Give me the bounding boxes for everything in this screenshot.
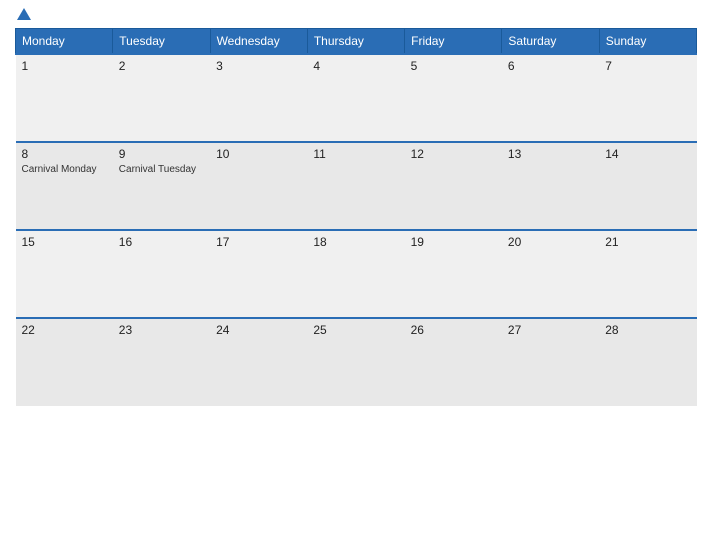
calendar-cell-9: 9 Carnival Tuesday bbox=[113, 142, 210, 230]
day-number: 3 bbox=[216, 59, 301, 73]
calendar-cell-10: 10 bbox=[210, 142, 307, 230]
day-number: 12 bbox=[411, 147, 496, 161]
day-number: 19 bbox=[411, 235, 496, 249]
weekday-header-row: MondayTuesdayWednesdayThursdayFridaySatu… bbox=[16, 29, 697, 55]
day-number: 9 bbox=[119, 147, 204, 161]
calendar-cell-5: 5 bbox=[405, 54, 502, 142]
weekday-header-monday: Monday bbox=[16, 29, 113, 55]
day-number: 26 bbox=[411, 323, 496, 337]
calendar-header-row: MondayTuesdayWednesdayThursdayFridaySatu… bbox=[16, 29, 697, 55]
calendar-cell-2: 2 bbox=[113, 54, 210, 142]
calendar-cell-27: 27 bbox=[502, 318, 599, 406]
day-number: 10 bbox=[216, 147, 301, 161]
day-number: 15 bbox=[22, 235, 107, 249]
calendar-cell-23: 23 bbox=[113, 318, 210, 406]
day-number: 14 bbox=[605, 147, 690, 161]
day-number: 1 bbox=[22, 59, 107, 73]
calendar-cell-3: 3 bbox=[210, 54, 307, 142]
weekday-header-tuesday: Tuesday bbox=[113, 29, 210, 55]
day-number: 27 bbox=[508, 323, 593, 337]
calendar-cell-20: 20 bbox=[502, 230, 599, 318]
calendar-cell-11: 11 bbox=[307, 142, 404, 230]
day-number: 7 bbox=[605, 59, 690, 73]
calendar-cell-7: 7 bbox=[599, 54, 696, 142]
calendar-event: Carnival Monday bbox=[22, 163, 107, 176]
calendar-cell-8: 8 Carnival Monday bbox=[16, 142, 113, 230]
day-number: 21 bbox=[605, 235, 690, 249]
day-number: 2 bbox=[119, 59, 204, 73]
calendar-cell-15: 15 bbox=[16, 230, 113, 318]
day-number: 25 bbox=[313, 323, 398, 337]
day-number: 23 bbox=[119, 323, 204, 337]
calendar-cell-14: 14 bbox=[599, 142, 696, 230]
day-number: 16 bbox=[119, 235, 204, 249]
day-number: 5 bbox=[411, 59, 496, 73]
calendar-event: Carnival Tuesday bbox=[119, 163, 204, 176]
weekday-header-friday: Friday bbox=[405, 29, 502, 55]
calendar-cell-13: 13 bbox=[502, 142, 599, 230]
calendar-grid: MondayTuesdayWednesdayThursdayFridaySatu… bbox=[15, 28, 697, 406]
calendar-week-row: 8 Carnival Monday 9 Carnival Tuesday 10 11 12 1… bbox=[16, 142, 697, 230]
logo bbox=[15, 10, 31, 20]
day-number: 6 bbox=[508, 59, 593, 73]
calendar-cell-28: 28 bbox=[599, 318, 696, 406]
calendar-body: 12345678Carnival Monday9Carnival Tuesday… bbox=[16, 54, 697, 406]
calendar-cell-25: 25 bbox=[307, 318, 404, 406]
calendar-cell-1: 1 bbox=[16, 54, 113, 142]
day-number: 22 bbox=[22, 323, 107, 337]
day-number: 4 bbox=[313, 59, 398, 73]
calendar-container: MondayTuesdayWednesdayThursdayFridaySatu… bbox=[0, 0, 712, 550]
calendar-cell-24: 24 bbox=[210, 318, 307, 406]
calendar-cell-12: 12 bbox=[405, 142, 502, 230]
calendar-cell-18: 18 bbox=[307, 230, 404, 318]
day-number: 24 bbox=[216, 323, 301, 337]
day-number: 17 bbox=[216, 235, 301, 249]
calendar-cell-17: 17 bbox=[210, 230, 307, 318]
weekday-header-sunday: Sunday bbox=[599, 29, 696, 55]
weekday-header-saturday: Saturday bbox=[502, 29, 599, 55]
calendar-cell-21: 21 bbox=[599, 230, 696, 318]
weekday-header-thursday: Thursday bbox=[307, 29, 404, 55]
calendar-cell-26: 26 bbox=[405, 318, 502, 406]
calendar-week-row: 15 16 17 18 19 20 21 bbox=[16, 230, 697, 318]
calendar-cell-22: 22 bbox=[16, 318, 113, 406]
calendar-cell-19: 19 bbox=[405, 230, 502, 318]
calendar-cell-6: 6 bbox=[502, 54, 599, 142]
day-number: 18 bbox=[313, 235, 398, 249]
weekday-header-wednesday: Wednesday bbox=[210, 29, 307, 55]
day-number: 28 bbox=[605, 323, 690, 337]
calendar-week-row: 1234567 bbox=[16, 54, 697, 142]
day-number: 20 bbox=[508, 235, 593, 249]
calendar-cell-4: 4 bbox=[307, 54, 404, 142]
day-number: 8 bbox=[22, 147, 107, 161]
calendar-header bbox=[15, 10, 697, 20]
calendar-cell-16: 16 bbox=[113, 230, 210, 318]
calendar-week-row: 22 23 24 25 26 27 28 bbox=[16, 318, 697, 406]
logo-triangle-icon bbox=[17, 8, 31, 20]
day-number: 13 bbox=[508, 147, 593, 161]
day-number: 11 bbox=[313, 147, 398, 161]
